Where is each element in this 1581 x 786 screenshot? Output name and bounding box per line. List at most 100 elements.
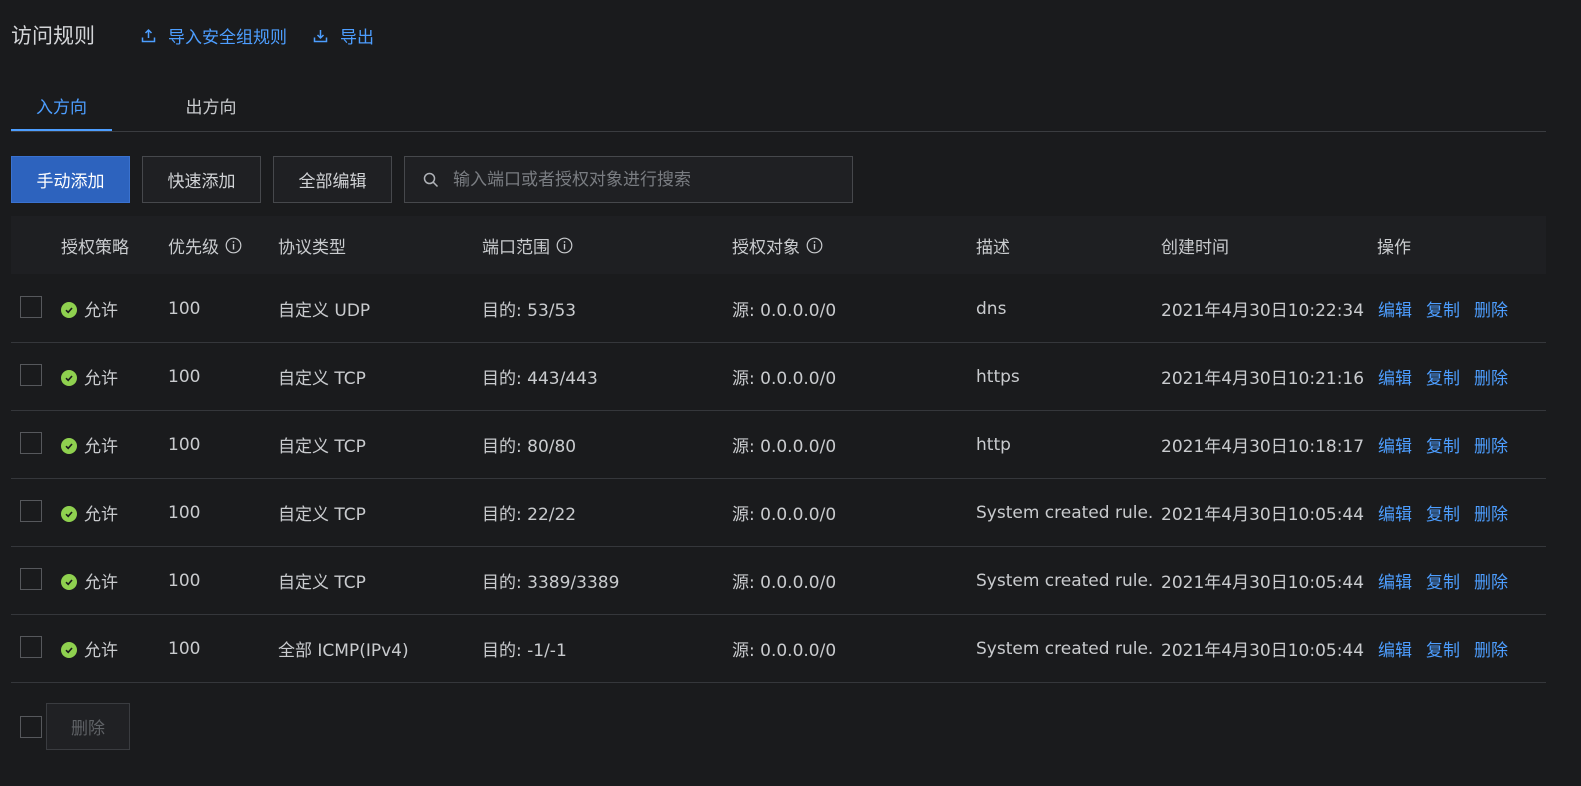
source-cell: 源: 0.0.0.0/0	[732, 369, 837, 389]
policy-text: 允许	[84, 437, 118, 457]
source-cell: 源: 0.0.0.0/0	[732, 573, 837, 593]
select-all-checkbox[interactable]	[20, 715, 42, 738]
download-icon	[313, 29, 328, 42]
export-link[interactable]: 导出	[313, 23, 374, 48]
table-row: 允许 100 自定义 TCP 目的: 22/22 源: 0.0.0.0/0 Sy…	[11, 479, 1546, 547]
row-checkbox[interactable]	[20, 296, 42, 318]
table-row: 允许 100 全部 ICMP(IPv4) 目的: -1/-1 源: 0.0.0.…	[11, 615, 1546, 683]
policy-text: 允许	[84, 641, 118, 661]
table-header: 授权策略 优先级 协议类型 端口范围 授权对象 描述 创建时间 操作	[11, 216, 1546, 274]
policy-cell: 允许	[61, 275, 118, 342]
actions-cell: 编辑 复制 删除	[1378, 615, 1522, 682]
edit-link[interactable]: 编辑	[1378, 296, 1412, 321]
priority-cell: 100	[168, 366, 201, 387]
tab-outbound[interactable]: 出方向	[161, 80, 261, 130]
edit-link[interactable]: 编辑	[1378, 432, 1412, 457]
col-description: 描述	[976, 237, 1010, 258]
quick-add-button[interactable]: 快速添加	[142, 156, 261, 203]
col-protocol: 协议类型	[278, 237, 346, 258]
description-cell: System created rule.	[976, 570, 1154, 591]
check-circle-icon	[61, 505, 77, 522]
table-row: 允许 100 自定义 UDP 目的: 53/53 源: 0.0.0.0/0 dn…	[11, 275, 1546, 343]
row-checkbox[interactable]	[20, 432, 42, 454]
col-priority-label: 优先级	[168, 237, 219, 258]
protocol-cell: 自定义 TCP	[278, 573, 366, 593]
check-circle-icon	[61, 437, 77, 454]
created-time-cell: 2021年4月30日10:05:44	[1161, 505, 1365, 525]
check-circle-icon	[61, 641, 77, 658]
protocol-cell: 自定义 TCP	[278, 437, 366, 457]
policy-text: 允许	[84, 301, 118, 321]
direction-tabs: 入方向 出方向	[11, 80, 1546, 132]
info-icon[interactable]	[556, 237, 573, 254]
actions-cell: 编辑 复制 删除	[1378, 275, 1522, 342]
delete-link[interactable]: 删除	[1474, 500, 1508, 525]
col-priority: 优先级	[168, 216, 242, 274]
search-input[interactable]	[451, 168, 852, 191]
copy-link[interactable]: 复制	[1426, 500, 1460, 525]
actions-cell: 编辑 复制 删除	[1378, 479, 1522, 546]
delete-link[interactable]: 删除	[1474, 568, 1508, 593]
description-cell: http	[976, 434, 1011, 455]
description-cell: System created rule.	[976, 638, 1154, 659]
port-range-cell: 目的: 443/443	[482, 369, 598, 389]
policy-cell: 允许	[61, 547, 118, 614]
col-actions: 操作	[1377, 237, 1411, 258]
port-range-cell: 目的: 80/80	[482, 437, 577, 457]
policy-cell: 允许	[61, 343, 118, 410]
copy-link[interactable]: 复制	[1426, 568, 1460, 593]
port-range-cell: 目的: 22/22	[482, 505, 577, 525]
policy-cell: 允许	[61, 411, 118, 478]
tab-inbound[interactable]: 入方向	[11, 80, 112, 131]
description-cell: System created rule.	[976, 502, 1154, 523]
export-label: 导出	[340, 27, 374, 48]
table-body: 允许 100 自定义 UDP 目的: 53/53 源: 0.0.0.0/0 dn…	[11, 275, 1546, 683]
edit-link[interactable]: 编辑	[1378, 568, 1412, 593]
import-rules-label: 导入安全组规则	[168, 27, 287, 48]
source-cell: 源: 0.0.0.0/0	[732, 437, 837, 457]
row-checkbox[interactable]	[20, 500, 42, 522]
created-time-cell: 2021年4月30日10:21:16	[1161, 369, 1365, 389]
edit-link[interactable]: 编辑	[1378, 636, 1412, 661]
col-auth-object-label: 授权对象	[732, 237, 800, 258]
copy-link[interactable]: 复制	[1426, 296, 1460, 321]
created-time-cell: 2021年4月30日10:05:44	[1161, 641, 1365, 661]
delete-link[interactable]: 删除	[1474, 432, 1508, 457]
row-checkbox[interactable]	[20, 568, 42, 590]
search-box[interactable]	[404, 156, 853, 203]
priority-cell: 100	[168, 434, 201, 455]
page-title: 访问规则	[11, 24, 95, 48]
source-cell: 源: 0.0.0.0/0	[732, 301, 837, 321]
edit-all-button[interactable]: 全部编辑	[273, 156, 392, 203]
delete-link[interactable]: 删除	[1474, 364, 1508, 389]
edit-link[interactable]: 编辑	[1378, 364, 1412, 389]
table-row: 允许 100 自定义 TCP 目的: 80/80 源: 0.0.0.0/0 ht…	[11, 411, 1546, 479]
row-checkbox[interactable]	[20, 364, 42, 386]
copy-link[interactable]: 复制	[1426, 636, 1460, 661]
table-row: 允许 100 自定义 TCP 目的: 3389/3389 源: 0.0.0.0/…	[11, 547, 1546, 615]
copy-link[interactable]: 复制	[1426, 364, 1460, 389]
manual-add-button[interactable]: 手动添加	[11, 156, 130, 203]
delete-link[interactable]: 删除	[1474, 296, 1508, 321]
upload-icon	[141, 28, 156, 42]
info-icon[interactable]	[806, 237, 823, 254]
priority-cell: 100	[168, 502, 201, 523]
col-auth-object: 授权对象	[732, 216, 823, 274]
copy-link[interactable]: 复制	[1426, 432, 1460, 457]
created-time-cell: 2021年4月30日10:05:44	[1161, 573, 1365, 593]
actions-cell: 编辑 复制 删除	[1378, 547, 1522, 614]
edit-link[interactable]: 编辑	[1378, 500, 1412, 525]
port-range-cell: 目的: -1/-1	[482, 641, 567, 661]
import-rules-link[interactable]: 导入安全组规则	[141, 23, 287, 48]
policy-text: 允许	[84, 573, 118, 593]
delete-link[interactable]: 删除	[1474, 636, 1508, 661]
policy-text: 允许	[84, 369, 118, 389]
source-cell: 源: 0.0.0.0/0	[732, 505, 837, 525]
col-created: 创建时间	[1161, 237, 1229, 258]
source-cell: 源: 0.0.0.0/0	[732, 641, 837, 661]
protocol-cell: 自定义 TCP	[278, 505, 366, 525]
batch-delete-button[interactable]: 删除	[46, 703, 130, 750]
priority-cell: 100	[168, 638, 201, 659]
row-checkbox[interactable]	[20, 636, 42, 658]
info-icon[interactable]	[225, 237, 242, 254]
